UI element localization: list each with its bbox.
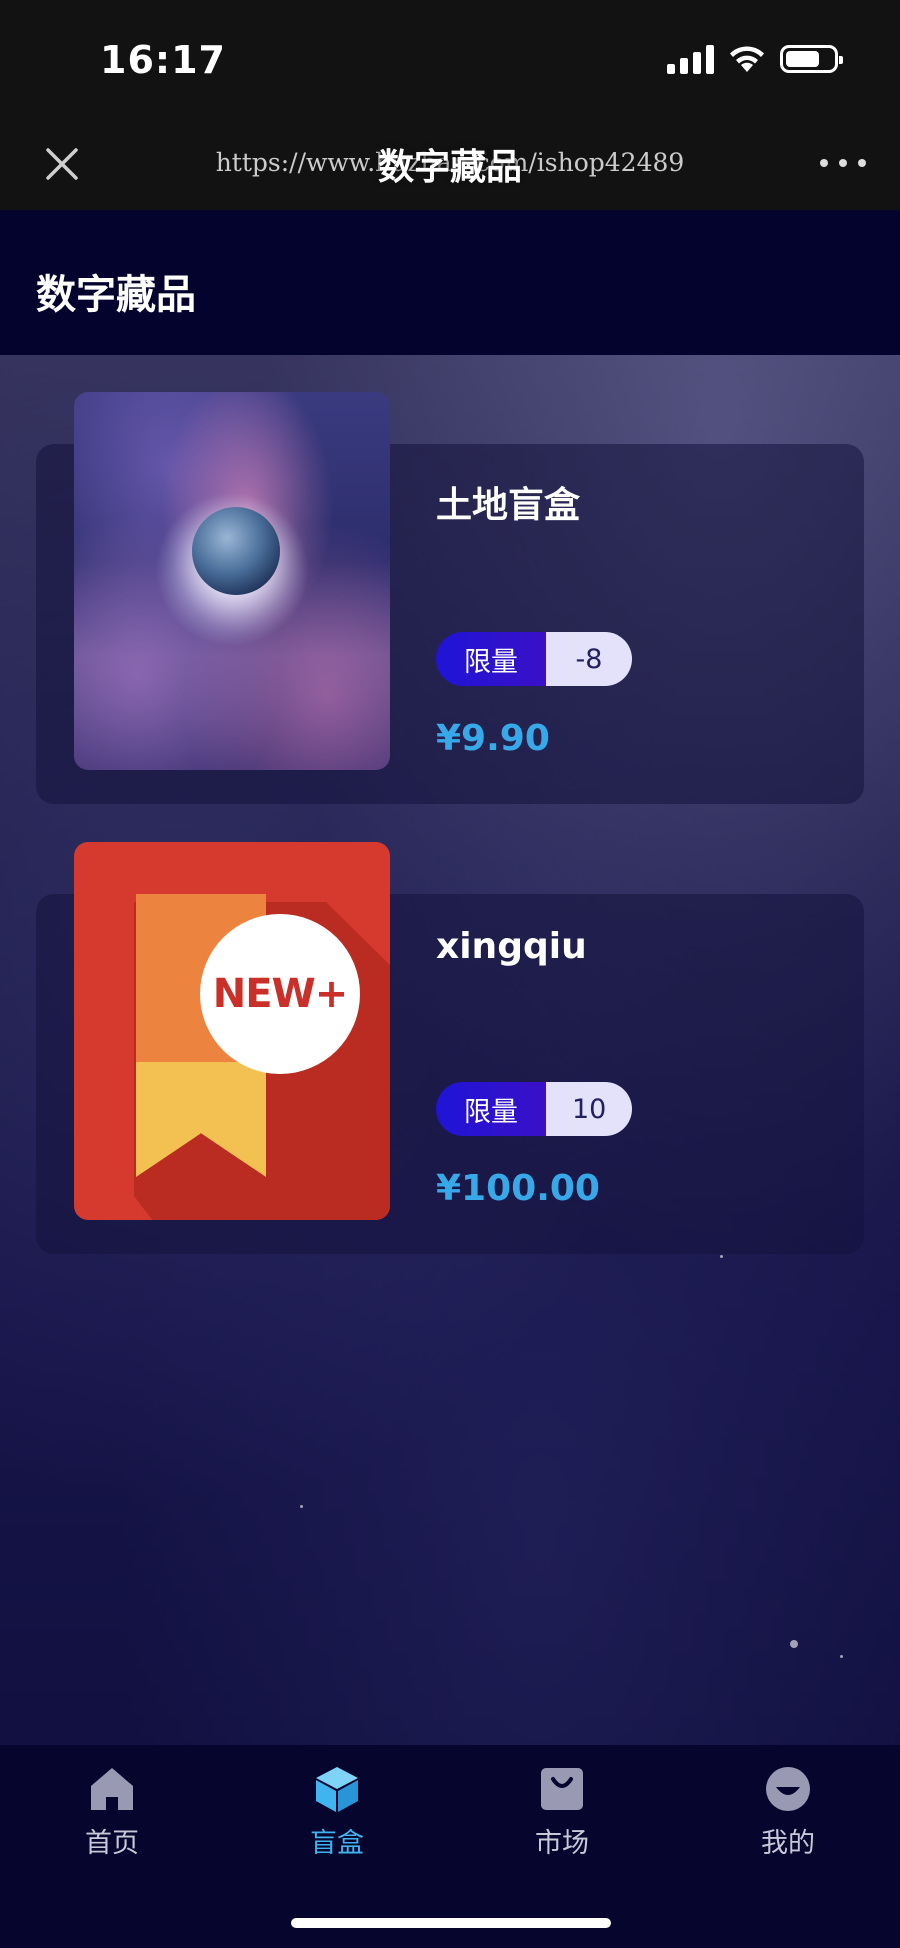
tab-home[interactable]: 首页 xyxy=(32,1765,192,1865)
background-star xyxy=(720,1255,723,1258)
status-time: 16:17 xyxy=(100,38,226,82)
status-bar: 16:17 xyxy=(0,0,900,118)
badge-label: 限量 xyxy=(436,632,546,686)
more-options-button[interactable] xyxy=(820,148,866,178)
wifi-icon xyxy=(730,46,764,72)
planet-icon xyxy=(192,507,280,595)
home-icon xyxy=(88,1765,136,1813)
profile-icon xyxy=(764,1765,812,1813)
tab-market[interactable]: 市场 xyxy=(482,1765,642,1865)
galaxy-planet-image xyxy=(74,392,390,770)
product-price: ¥100.00 xyxy=(436,1168,600,1209)
product-name: 土地盲盒 xyxy=(436,485,581,526)
badge-label: 限量 xyxy=(436,1082,546,1136)
product-name: xingqiu xyxy=(436,926,587,967)
tab-label: 我的 xyxy=(761,1828,815,1859)
more-dot-icon xyxy=(858,159,866,167)
box-icon xyxy=(313,1765,361,1813)
background-star xyxy=(300,1505,303,1508)
close-button[interactable] xyxy=(40,142,84,186)
badge-value: 10 xyxy=(546,1082,633,1136)
home-indicator xyxy=(291,1918,611,1928)
cellular-signal-icon xyxy=(667,44,714,74)
more-dot-icon xyxy=(839,159,847,167)
tab-label: 首页 xyxy=(85,1828,139,1859)
more-dot-icon xyxy=(820,159,828,167)
badge-value: -8 xyxy=(546,632,632,686)
product-image-galaxy xyxy=(74,392,390,770)
tab-label: 盲盒 xyxy=(310,1828,364,1859)
close-icon xyxy=(46,148,78,180)
product-card[interactable]: 土地盲盒 限量 -8 ¥9.90 xyxy=(36,392,864,804)
product-list: 土地盲盒 限量 -8 ¥9.90 NEW+ xingqiu 限量 10 ¥100… xyxy=(0,355,900,1745)
new-bookmark-image: NEW+ xyxy=(74,842,390,1220)
shopping-bag-icon xyxy=(538,1765,586,1813)
tab-blind-box[interactable]: 盲盒 xyxy=(257,1765,417,1865)
background-star xyxy=(790,1640,798,1648)
limit-badge: 限量 10 xyxy=(436,1082,633,1136)
status-icons xyxy=(667,44,843,74)
new-badge-circle: NEW+ xyxy=(200,914,360,1074)
tab-profile[interactable]: 我的 xyxy=(708,1765,868,1865)
page-title: 数字藏品 xyxy=(36,272,196,318)
battery-icon xyxy=(780,45,843,73)
nav-title-area: https://www.huzhan.com/ishop42489 数字藏品 xyxy=(150,136,750,192)
product-price: ¥9.90 xyxy=(436,718,550,759)
background-star xyxy=(840,1655,843,1658)
product-card[interactable]: NEW+ xingqiu 限量 10 ¥100.00 xyxy=(36,842,864,1254)
nav-title: 数字藏品 xyxy=(377,147,522,188)
browser-nav-bar: https://www.huzhan.com/ishop42489 数字藏品 xyxy=(0,118,900,210)
product-image-new: NEW+ xyxy=(74,842,390,1220)
new-badge-text: NEW+ xyxy=(212,971,348,1017)
page-header: 数字藏品 xyxy=(0,210,900,355)
tab-label: 市场 xyxy=(535,1828,589,1859)
limit-badge: 限量 -8 xyxy=(436,632,632,686)
